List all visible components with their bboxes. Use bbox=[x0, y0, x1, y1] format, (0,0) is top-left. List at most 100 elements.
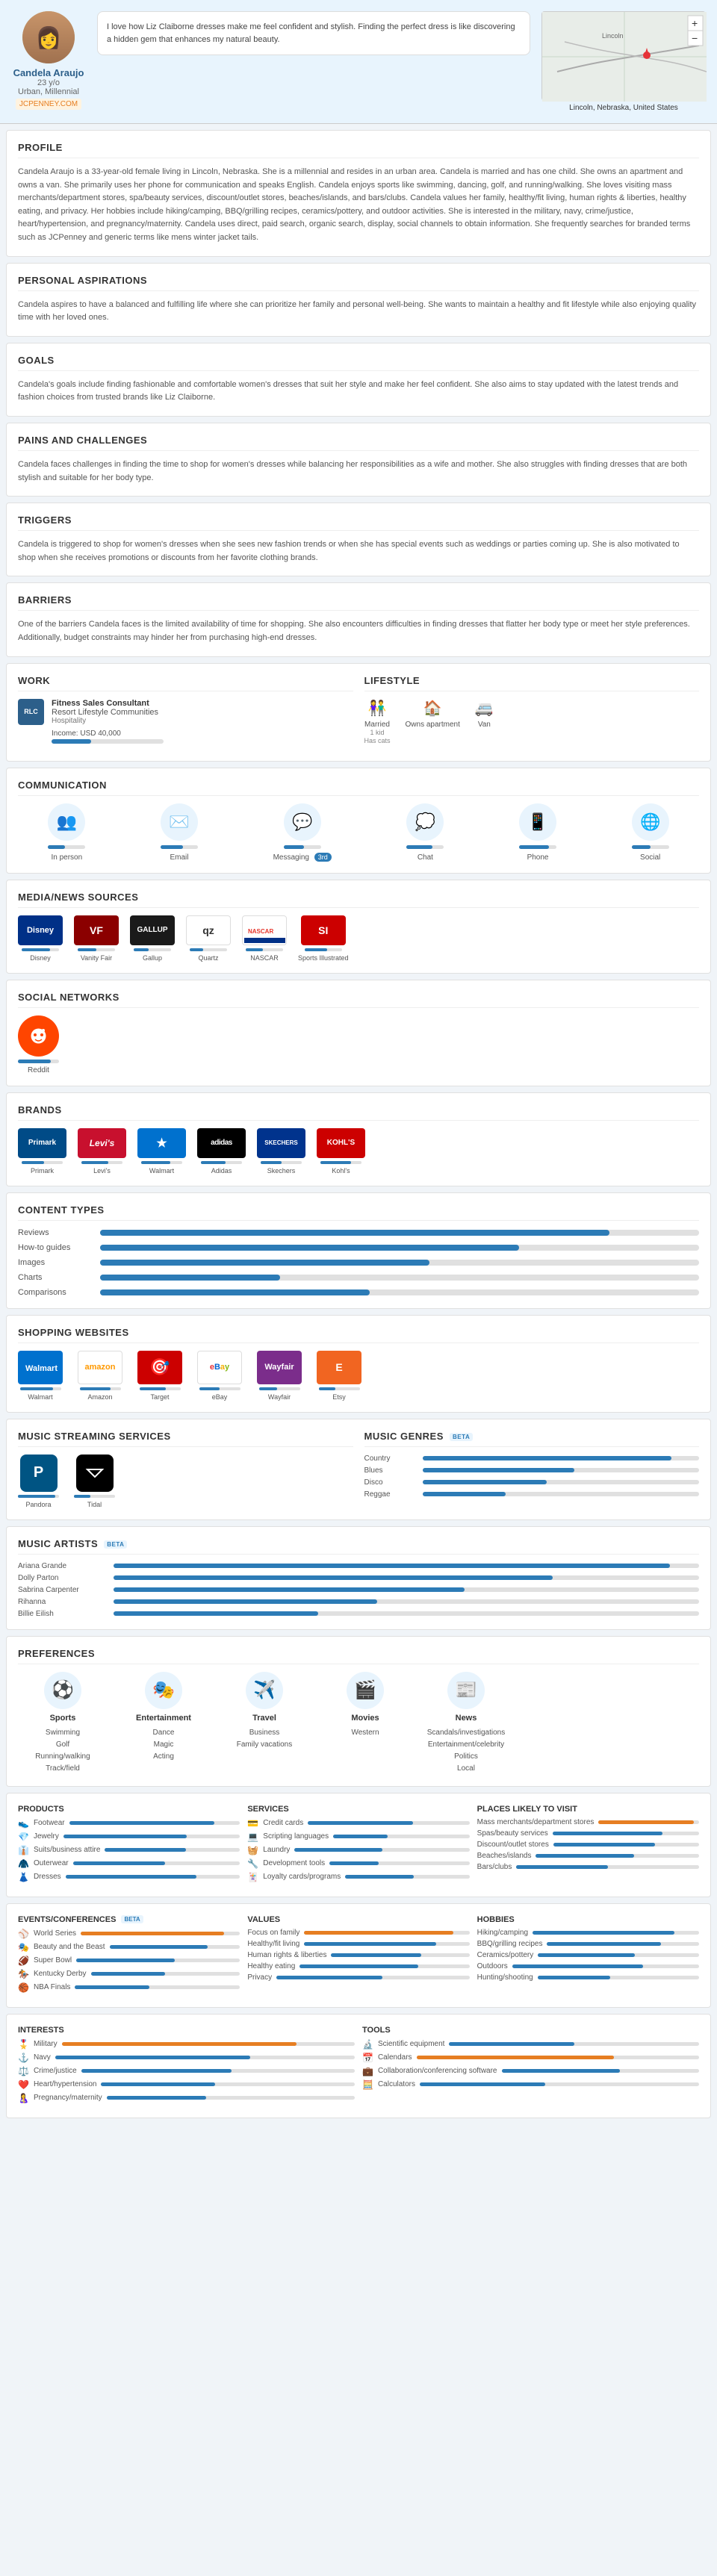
product-suits: 👔 Suits/business attire bbox=[18, 1845, 240, 1855]
kentucky-icon: 🏇 bbox=[18, 1969, 29, 1979]
hobby-ceramics-label: Ceramics/pottery bbox=[477, 1951, 534, 1959]
media-quartz-label: Quartz bbox=[198, 954, 218, 962]
section-media: MEDIA/NEWS SOURCES Disney Disney VF Vani… bbox=[6, 880, 711, 974]
pandora-service: P Pandora bbox=[18, 1455, 59, 1508]
music-row: MUSIC STREAMING SERVICES P Pandora Tidal bbox=[18, 1431, 699, 1508]
shop-target-bar bbox=[140, 1387, 181, 1390]
brands-title: BRANDS bbox=[18, 1104, 699, 1121]
reddit-bar bbox=[18, 1060, 59, 1063]
comm-in-person-label: In person bbox=[51, 853, 82, 862]
genre-disco-label: Disco bbox=[364, 1478, 417, 1487]
content-types-title: CONTENT TYPES bbox=[18, 1204, 699, 1221]
value-family: Focus on family bbox=[247, 1929, 469, 1937]
genre-disco-track bbox=[423, 1480, 700, 1484]
brand-primark: Primark Primark bbox=[18, 1128, 66, 1175]
media-disney: Disney Disney bbox=[18, 915, 63, 962]
comm-messaging-icon: 💬 bbox=[284, 803, 321, 841]
artist-dolly: Dolly Parton bbox=[18, 1574, 699, 1582]
section-social: SOCIAL NETWORKS Reddit bbox=[6, 980, 711, 1086]
section-shopping: SHOPPING WEBSITES Walmart Walmart amazon… bbox=[6, 1315, 711, 1413]
media-gallup: GALLUP Gallup bbox=[130, 915, 175, 962]
interest-pregnancy: 🤱 Pregnancy/maternity bbox=[18, 2093, 355, 2103]
event-kentucky: 🏇 Kentucky Derby bbox=[18, 1969, 240, 1979]
lifestyle-apartment-label: Owns apartment bbox=[406, 721, 460, 729]
pref-entertainment: 🎭 Entertainment DanceMagicActing bbox=[119, 1672, 208, 1775]
work-company: Resort Lifestyle Communities bbox=[52, 708, 164, 717]
dev-icon: 🔧 bbox=[247, 1858, 258, 1869]
collab-label: Collaboration/conferencing software bbox=[378, 2067, 497, 2075]
artist-rihanna-track bbox=[114, 1599, 699, 1604]
calendars-label: Calendars bbox=[378, 2053, 412, 2062]
comm-messaging-bar bbox=[284, 845, 321, 849]
artists-title: MUSIC ARTISTS BETA bbox=[18, 1538, 699, 1555]
news-icon: 📰 bbox=[447, 1672, 485, 1709]
shop-etsy-label: Etsy bbox=[332, 1393, 346, 1401]
tidal-label: Tidal bbox=[87, 1501, 102, 1508]
content-how-to-label: How-to guides bbox=[18, 1243, 93, 1252]
media-vf: VF Vanity Fair bbox=[74, 915, 119, 962]
loyalty-label: Loyalty cards/programs bbox=[263, 1873, 341, 1881]
hobby-hiking: Hiking/camping bbox=[477, 1929, 699, 1937]
adidas-bar bbox=[201, 1161, 242, 1164]
hobby-hunting: Hunting/shooting bbox=[477, 1973, 699, 1982]
news-subitems: Scandals/investigationsEntertainment/cel… bbox=[427, 1727, 506, 1775]
entertainment-title: Entertainment bbox=[136, 1714, 191, 1723]
shop-ebay-label: eBay bbox=[212, 1393, 228, 1401]
adidas-label: Adidas bbox=[211, 1167, 232, 1175]
income-bar-container: Income: USD 40,000 bbox=[52, 729, 164, 744]
header: 👩 Candela Araujo 23 y/o Urban, Millennia… bbox=[0, 0, 717, 124]
lifestyle-van-label: Van bbox=[478, 721, 491, 729]
content-reviews-track bbox=[100, 1230, 699, 1236]
col-places: PLACES LIKELY TO VISIT Mass merchants/de… bbox=[477, 1805, 699, 1885]
goals-text: Candela's goals include finding fashiona… bbox=[18, 379, 699, 405]
place-discount: Discount/outlet stores bbox=[477, 1841, 699, 1849]
section-goals: GOALS Candela's goals include finding fa… bbox=[6, 343, 711, 417]
lifestyle-apartment: 🏠 Owns apartment bbox=[406, 699, 460, 745]
profile-link[interactable]: JCPENNEY.COM bbox=[16, 99, 81, 110]
evh-row: EVENTS/CONFERENCES BETA ⚾ World Series 🎭… bbox=[18, 1915, 699, 1996]
interest-navy: ⚓ Navy bbox=[18, 2053, 355, 2063]
place-beaches: Beaches/islands bbox=[477, 1852, 699, 1860]
brand-walmart: ★ Walmart bbox=[137, 1128, 186, 1175]
interest-heart: ❤️ Heart/hypertension bbox=[18, 2079, 355, 2090]
levis-bar bbox=[81, 1161, 122, 1164]
media-nascar: NASCAR NASCAR bbox=[242, 915, 287, 962]
social-reddit: Reddit bbox=[18, 1015, 59, 1074]
nba-icon: 🏀 bbox=[18, 1982, 29, 1993]
shop-wayfair-label: Wayfair bbox=[268, 1393, 291, 1401]
shop-etsy: E Etsy bbox=[317, 1351, 361, 1401]
place-discount-label: Discount/outlet stores bbox=[477, 1841, 549, 1849]
triggers-title: TRIGGERS bbox=[18, 514, 699, 531]
artist-sabrina-track bbox=[114, 1587, 699, 1592]
tool-calculators: 🧮 Calculators bbox=[362, 2079, 699, 2090]
super-bowl-icon: 🏈 bbox=[18, 1956, 29, 1966]
artist-rows: Ariana Grande Dolly Parton Sabrina Carpe… bbox=[18, 1562, 699, 1618]
artist-ariana: Ariana Grande bbox=[18, 1562, 699, 1570]
product-footwear: 👟 Footwear bbox=[18, 1818, 240, 1829]
jewelry-icon: 💎 bbox=[18, 1832, 29, 1842]
brand-kohls: KOHL'S Kohl's bbox=[317, 1128, 365, 1175]
svg-text:Walmart: Walmart bbox=[25, 1364, 58, 1373]
avatar-area: 👩 Candela Araujo 23 y/o Urban, Millennia… bbox=[11, 11, 86, 110]
media-title: MEDIA/NEWS SOURCES bbox=[18, 892, 699, 908]
comm-social-label: Social bbox=[640, 853, 660, 862]
quote-area: I love how Liz Claiborne dresses make me… bbox=[97, 11, 530, 55]
place-spa: Spas/beauty services bbox=[477, 1829, 699, 1838]
reddit-label: Reddit bbox=[28, 1066, 49, 1074]
outerwear-icon: 🧥 bbox=[18, 1858, 29, 1869]
sports-subitems: SwimmingGolfRunning/walkingTrack/field bbox=[35, 1727, 90, 1775]
kentucky-label: Kentucky Derby bbox=[34, 1970, 87, 1978]
events-badge: BETA bbox=[121, 1915, 143, 1923]
collab-icon: 💼 bbox=[362, 2066, 373, 2076]
movies-subitems: Western bbox=[351, 1727, 379, 1739]
work-details: Fitness Sales Consultant Resort Lifestyl… bbox=[52, 699, 164, 744]
interests-title: INTERESTS bbox=[18, 2026, 355, 2035]
col-interests: INTERESTS 🎖️ Military ⚓ Navy ⚖️ Crime/ju… bbox=[18, 2026, 355, 2106]
media-items: Disney Disney VF Vanity Fair GALLUP Gall… bbox=[18, 915, 699, 962]
content-comparisons-label: Comparisons bbox=[18, 1288, 93, 1297]
section-content-types: CONTENT TYPES Reviews How-to guides Imag… bbox=[6, 1192, 711, 1309]
walmart-label: Walmart bbox=[149, 1167, 174, 1175]
event-beauty: 🎭 Beauty and the Beast bbox=[18, 1942, 240, 1953]
profile-title: PROFILE bbox=[18, 142, 699, 158]
shop-amazon: amazon Amazon bbox=[78, 1351, 122, 1401]
